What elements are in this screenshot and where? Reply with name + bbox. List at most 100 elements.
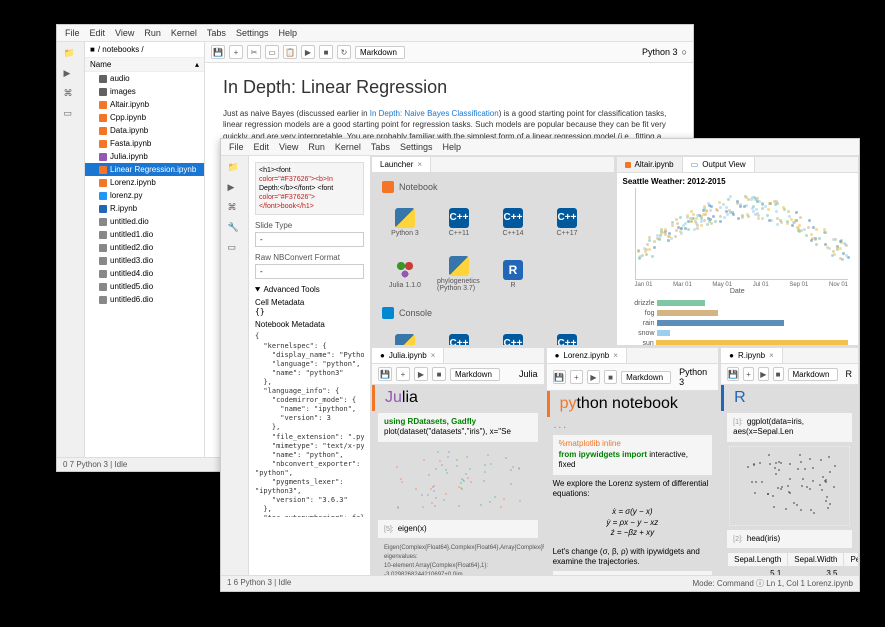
launcher-tile[interactable]: Python 3	[382, 325, 428, 346]
tab-launcher[interactable]: Launcher×	[372, 157, 431, 172]
file-item[interactable]: Cpp.ipynb	[85, 111, 204, 124]
launcher-tile[interactable]: Julia 1.1.0	[382, 251, 428, 297]
launcher-tile[interactable]: RR	[490, 251, 536, 297]
code-cell[interactable]: [1]:ggplot(data=iris, aes(x=Sepal.Len	[727, 413, 852, 442]
tabs-icon[interactable]: ▭	[64, 108, 78, 122]
file-item[interactable]: untitled3.dio	[85, 254, 204, 267]
tab-lorenz[interactable]: ● Lorenz.ipynb×	[547, 348, 627, 363]
menu-kernel[interactable]: Kernel	[335, 142, 361, 152]
launcher-tile[interactable]: Python 3	[382, 199, 428, 245]
file-item[interactable]: Data.ipynb	[85, 124, 204, 137]
add-cell-button[interactable]: +	[229, 45, 243, 59]
run-button[interactable]: ▶	[301, 45, 315, 59]
slide-type-select[interactable]: -	[255, 232, 364, 247]
link-naive-bayes[interactable]: In Depth: Naive Bayes Classification	[370, 109, 499, 118]
menu-file[interactable]: File	[229, 142, 244, 152]
add-cell-button[interactable]: +	[743, 367, 754, 381]
launcher-tile[interactable]: C++C++17	[544, 325, 590, 346]
launcher-tile[interactable]: phylogenetics (Python 3.7)	[436, 251, 482, 297]
save-button[interactable]: 💾	[553, 370, 566, 384]
launcher-tile[interactable]: C++C++14	[490, 325, 536, 346]
file-item[interactable]: untitled.dio	[85, 215, 204, 228]
kernel-indicator[interactable]: R	[846, 369, 853, 379]
file-item[interactable]: Lorenz.ipynb	[85, 176, 204, 189]
breadcrumb[interactable]: ■ / notebooks /	[85, 42, 204, 58]
file-item[interactable]: Linear Regression.ipynb	[85, 163, 204, 176]
file-item[interactable]: R.ipynb	[85, 202, 204, 215]
sort-icon[interactable]: ▴	[195, 60, 199, 69]
celltype-dropdown[interactable]: Markdown	[355, 46, 405, 59]
file-item[interactable]: untitled2.dio	[85, 241, 204, 254]
code-cell[interactable]: [2]:head(iris)	[727, 530, 852, 548]
close-icon[interactable]: ×	[613, 351, 618, 360]
nb-metadata-field[interactable]: { "kernelspec": { "display_name": "Pytho…	[255, 332, 364, 517]
add-cell-button[interactable]: +	[570, 370, 583, 384]
wrench-icon[interactable]: 🔧	[228, 222, 242, 236]
stop-button[interactable]: ■	[319, 45, 333, 59]
paste-button[interactable]: 📋	[283, 45, 297, 59]
cell-metadata-field[interactable]: {}	[255, 307, 364, 316]
advanced-tools[interactable]: Advanced Tools Cell Metadata {} Notebook…	[255, 285, 364, 517]
save-button[interactable]: 💾	[211, 45, 225, 59]
menu-view[interactable]: View	[115, 28, 134, 38]
markdown-cell[interactable]: Let's change (σ, β, ρ) with ipywidgets a…	[547, 543, 719, 572]
menu-settings[interactable]: Settings	[236, 28, 269, 38]
file-item[interactable]: Fasta.ipynb	[85, 137, 204, 150]
menu-view[interactable]: View	[279, 142, 298, 152]
launcher-tile[interactable]: C++C++14	[490, 199, 536, 245]
nbconvert-select[interactable]: -	[255, 264, 364, 279]
tab-julia[interactable]: ● Julia.ipynb×	[372, 348, 444, 363]
tab-output-view[interactable]: ▭Output View	[683, 157, 755, 172]
close-icon[interactable]: ×	[431, 351, 436, 360]
kernel-indicator[interactable]: Python 3	[642, 47, 678, 57]
menu-edit[interactable]: Edit	[90, 28, 106, 38]
run-button[interactable]: ▶	[414, 367, 428, 381]
celltype-dropdown[interactable]: Markdown	[788, 368, 838, 381]
kernel-indicator[interactable]: Julia	[519, 369, 538, 379]
markdown-cell[interactable]: ...	[547, 417, 719, 435]
file-item[interactable]: untitled6.dio	[85, 293, 204, 306]
menu-file[interactable]: File	[65, 28, 80, 38]
close-icon[interactable]: ×	[769, 351, 774, 360]
launcher-tile[interactable]: C++C++11	[436, 325, 482, 346]
menu-kernel[interactable]: Kernel	[171, 28, 197, 38]
add-cell-button[interactable]: +	[396, 367, 410, 381]
stop-button[interactable]: ■	[604, 370, 617, 384]
celltype-dropdown[interactable]: Markdown	[450, 368, 500, 381]
code-cell[interactable]: using RDatasets, Gadfly plot(dataset("da…	[378, 413, 538, 442]
menu-help[interactable]: Help	[442, 142, 461, 152]
celltype-dropdown[interactable]: Markdown	[621, 371, 671, 384]
folder-icon[interactable]: 📁	[64, 48, 78, 62]
running-icon[interactable]: ▶	[64, 68, 78, 82]
file-item[interactable]: untitled5.dio	[85, 280, 204, 293]
code-cell[interactable]: %matplotlib inline from ipywidgets impor…	[553, 435, 713, 474]
tab-r[interactable]: ● R.ipynb×	[721, 348, 783, 363]
file-item[interactable]: untitled1.dio	[85, 228, 204, 241]
restart-button[interactable]: ↻	[337, 45, 351, 59]
copy-button[interactable]: ▭	[265, 45, 279, 59]
kernel-indicator[interactable]: Python 3	[679, 367, 712, 387]
run-button[interactable]: ▶	[758, 367, 769, 381]
save-button[interactable]: 💾	[727, 367, 739, 381]
folder-icon[interactable]: 📁	[228, 162, 242, 176]
menu-settings[interactable]: Settings	[400, 142, 433, 152]
stop-button[interactable]: ■	[432, 367, 446, 381]
menu-run[interactable]: Run	[144, 28, 161, 38]
file-item[interactable]: untitled4.dio	[85, 267, 204, 280]
run-button[interactable]: ▶	[587, 370, 600, 384]
stop-button[interactable]: ■	[773, 367, 784, 381]
menu-edit[interactable]: Edit	[254, 142, 270, 152]
file-item[interactable]: Julia.ipynb	[85, 150, 204, 163]
code-cell[interactable]: [5]:eigen(x)	[378, 520, 538, 538]
commands-icon[interactable]: ⌘	[228, 202, 242, 216]
markdown-cell[interactable]: We explore the Lorenz system of differen…	[547, 475, 719, 504]
tabs-icon[interactable]: ▭	[228, 242, 242, 256]
menu-run[interactable]: Run	[308, 142, 325, 152]
running-icon[interactable]: ▶	[228, 182, 242, 196]
launcher-tile[interactable]: C++C++11	[436, 199, 482, 245]
cut-button[interactable]: ✂	[247, 45, 261, 59]
launcher-tile[interactable]: C++C++17	[544, 199, 590, 245]
menu-tabs[interactable]: Tabs	[207, 28, 226, 38]
file-item[interactable]: Altair.ipynb	[85, 98, 204, 111]
tab-altair[interactable]: Altair.ipynb	[617, 157, 683, 172]
